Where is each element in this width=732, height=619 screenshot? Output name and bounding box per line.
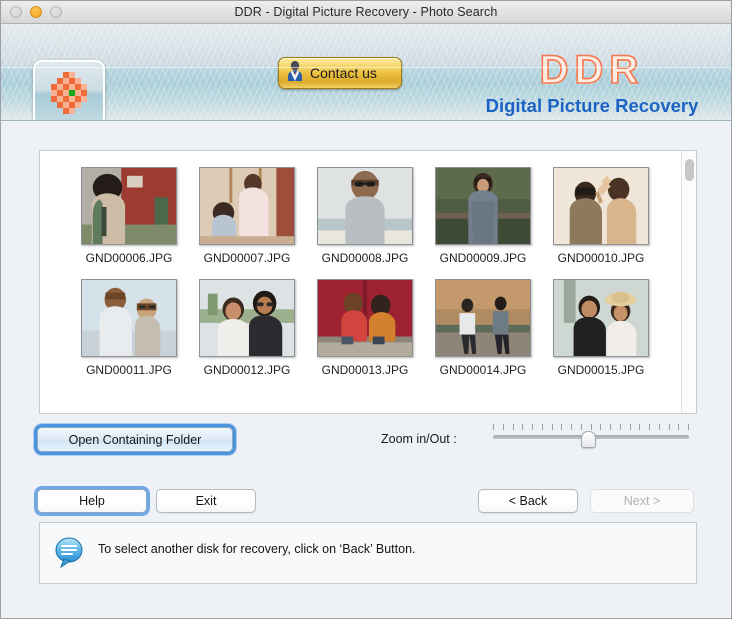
list-item[interactable]: GND00013.JPG bbox=[306, 279, 424, 377]
file-name: GND00008.JPG bbox=[321, 251, 409, 265]
photo-thumbnail[interactable] bbox=[553, 167, 649, 245]
zoom-button[interactable] bbox=[50, 6, 62, 18]
flower-checker-icon bbox=[33, 60, 105, 120]
thumbnail-row: GND00011.JPG GND00012.JPG GND00013.JPG G… bbox=[40, 279, 678, 377]
zoom-slider-thumb[interactable] bbox=[581, 431, 597, 448]
photo-thumbnail[interactable] bbox=[81, 167, 177, 245]
app-window: DDR - Digital Picture Recovery - Photo S… bbox=[0, 0, 732, 619]
help-button[interactable]: Help bbox=[37, 489, 147, 513]
app-header: Contact us DDR Digital Picture Recovery bbox=[1, 24, 731, 121]
status-message: To select another disk for recovery, cli… bbox=[98, 542, 416, 556]
speech-bubble-icon bbox=[53, 536, 85, 573]
file-name: GND00013.JPG bbox=[321, 363, 409, 377]
zoom-slider-ticks bbox=[493, 424, 689, 431]
list-item[interactable]: GND00014.JPG bbox=[424, 279, 542, 377]
file-name: GND00012.JPG bbox=[203, 363, 291, 377]
zoom-slider-label: Zoom in/Out : bbox=[381, 432, 457, 446]
photo-thumbnail[interactable] bbox=[199, 279, 295, 357]
list-item[interactable]: GND00008.JPG bbox=[306, 167, 424, 265]
exit-button[interactable]: Exit bbox=[156, 489, 256, 513]
photo-thumbnail[interactable] bbox=[317, 167, 413, 245]
contact-us-button[interactable]: Contact us bbox=[278, 57, 402, 89]
photo-thumbnail[interactable] bbox=[435, 279, 531, 357]
photo-thumbnail[interactable] bbox=[553, 279, 649, 357]
grid-scrollbar-thumb[interactable] bbox=[685, 159, 694, 181]
photo-thumbnail[interactable] bbox=[81, 279, 177, 357]
file-name: GND00006.JPG bbox=[85, 251, 173, 265]
grid-scrollbar[interactable] bbox=[681, 151, 696, 413]
contact-us-label: Contact us bbox=[310, 65, 377, 81]
file-name: GND00010.JPG bbox=[557, 251, 645, 265]
person-icon bbox=[286, 60, 304, 87]
photo-thumbnail[interactable] bbox=[435, 167, 531, 245]
main-content: GND00006.JPG GND00007.JPG GND00008.JPG G… bbox=[1, 121, 731, 618]
status-panel: To select another disk for recovery, cli… bbox=[39, 522, 697, 584]
photo-thumbnail[interactable] bbox=[317, 279, 413, 357]
thumbnail-row: GND00006.JPG GND00007.JPG GND00008.JPG G… bbox=[40, 167, 678, 265]
window-title: DDR - Digital Picture Recovery - Photo S… bbox=[234, 5, 498, 19]
list-item[interactable]: GND00011.JPG bbox=[70, 279, 188, 377]
file-name: GND00015.JPG bbox=[557, 363, 645, 377]
minimize-button[interactable] bbox=[30, 6, 42, 18]
brand-subtitle: Digital Picture Recovery bbox=[485, 95, 699, 116]
brand-block: DDR Digital Picture Recovery bbox=[467, 47, 717, 119]
title-bar: DDR - Digital Picture Recovery - Photo S… bbox=[1, 1, 731, 24]
list-item[interactable]: GND00012.JPG bbox=[188, 279, 306, 377]
file-name: GND00014.JPG bbox=[439, 363, 527, 377]
list-item[interactable]: GND00010.JPG bbox=[542, 167, 660, 265]
back-button[interactable]: < Back bbox=[478, 489, 578, 513]
thumbnail-grid: GND00006.JPG GND00007.JPG GND00008.JPG G… bbox=[40, 151, 678, 391]
file-name: GND00007.JPG bbox=[203, 251, 291, 265]
close-button[interactable] bbox=[10, 6, 22, 18]
list-item[interactable]: GND00015.JPG bbox=[542, 279, 660, 377]
zoom-slider[interactable] bbox=[493, 424, 689, 450]
list-item[interactable]: GND00006.JPG bbox=[70, 167, 188, 265]
list-item[interactable]: GND00007.JPG bbox=[188, 167, 306, 265]
file-name: GND00009.JPG bbox=[439, 251, 527, 265]
list-item[interactable]: GND00009.JPG bbox=[424, 167, 542, 265]
photo-thumbnail[interactable] bbox=[199, 167, 295, 245]
next-button: Next > bbox=[590, 489, 694, 513]
file-name: GND00011.JPG bbox=[86, 363, 172, 377]
brand-title: DDR bbox=[539, 47, 645, 93]
traffic-lights bbox=[10, 6, 62, 18]
thumbnail-grid-panel: GND00006.JPG GND00007.JPG GND00008.JPG G… bbox=[39, 150, 697, 414]
open-containing-folder-button[interactable]: Open Containing Folder bbox=[37, 427, 233, 452]
